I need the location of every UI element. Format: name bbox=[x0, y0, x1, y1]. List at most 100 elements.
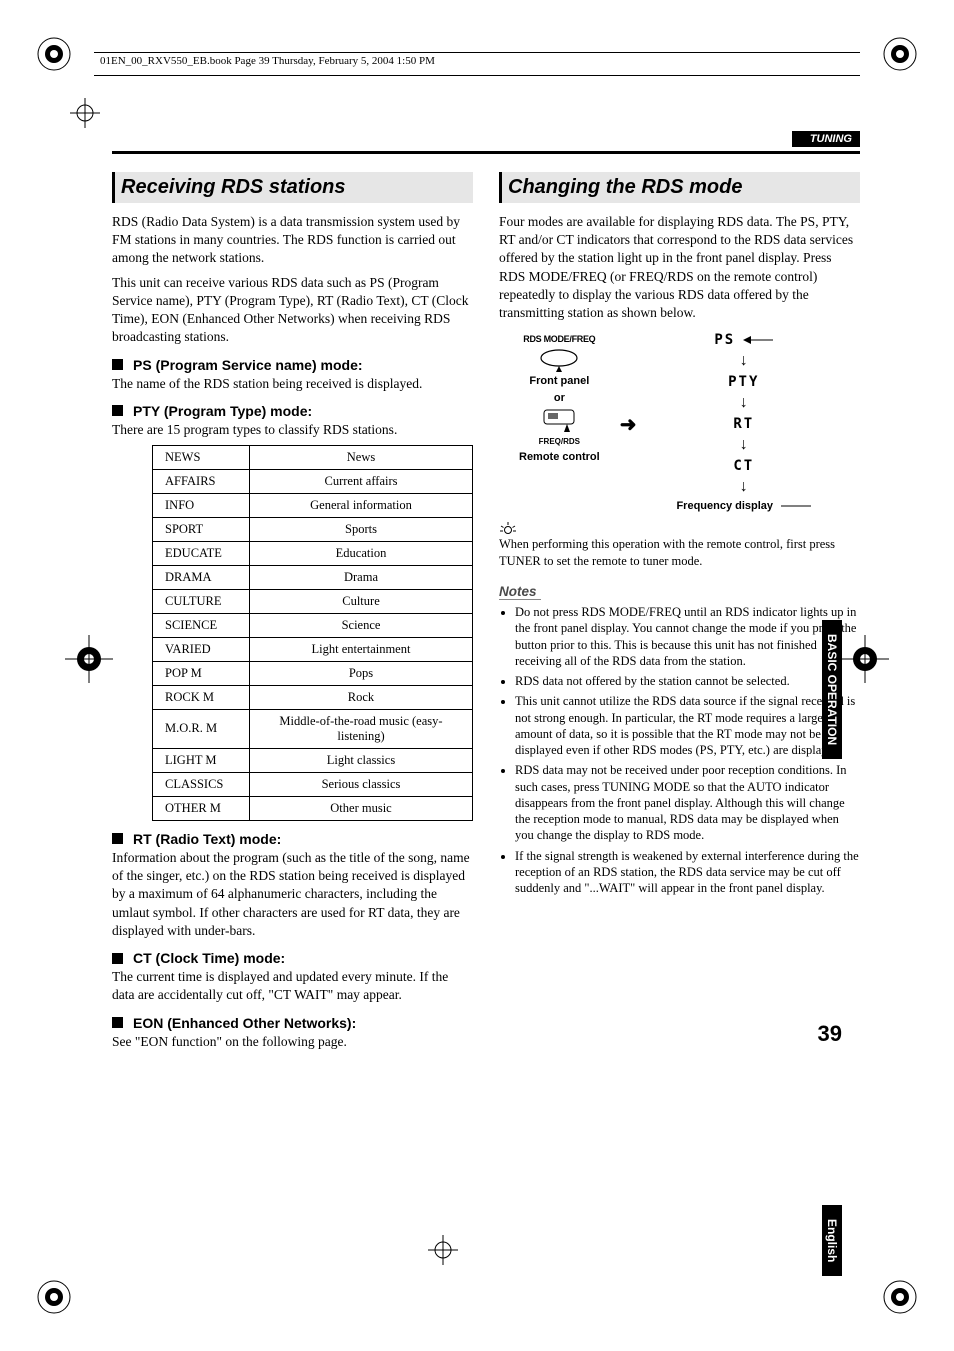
tip-text: When performing this operation with the … bbox=[499, 536, 860, 570]
book-meta-header: 01EN_00_RXV550_EB.book Page 39 Thursday,… bbox=[94, 52, 860, 76]
body-text: RDS (Radio Data System) is a data transm… bbox=[112, 213, 473, 268]
body-text: See "EON function" on the following page… bbox=[112, 1033, 473, 1051]
pty-code: M.O.R. M bbox=[153, 709, 250, 748]
square-bullet-icon bbox=[112, 953, 123, 964]
arrow-return-icon bbox=[743, 334, 773, 346]
diagram-step-pty: PTY bbox=[728, 374, 759, 390]
pty-desc: Education bbox=[250, 541, 473, 565]
pty-desc: Current affairs bbox=[250, 469, 473, 493]
pty-code: EDUCATE bbox=[153, 541, 250, 565]
pty-desc: Light classics bbox=[250, 748, 473, 772]
pty-code: SCIENCE bbox=[153, 613, 250, 637]
pty-code: ROCK M bbox=[153, 685, 250, 709]
pty-code: SPORT bbox=[153, 517, 250, 541]
diagram-label-or: or bbox=[519, 390, 600, 408]
diagram-step-freq: Frequency display bbox=[676, 500, 773, 512]
body-text: The current time is displayed and update… bbox=[112, 968, 473, 1004]
table-row: VARIEDLight entertainment bbox=[153, 637, 473, 661]
crop-mark-icon bbox=[30, 1273, 78, 1321]
pty-code: DRAMA bbox=[153, 565, 250, 589]
pty-desc: Drama bbox=[250, 565, 473, 589]
subhead-ps-mode: PS (Program Service name) mode: bbox=[133, 357, 363, 373]
pty-table: NEWSNewsAFFAIRSCurrent affairsINFOGenera… bbox=[152, 445, 473, 821]
pty-desc: General information bbox=[250, 493, 473, 517]
table-row: EDUCATEEducation bbox=[153, 541, 473, 565]
alignment-mark-icon bbox=[428, 1235, 458, 1265]
subhead-pty-mode: PTY (Program Type) mode: bbox=[133, 403, 312, 419]
heading-changing-rds: Changing the RDS mode bbox=[499, 172, 860, 203]
table-row: LIGHT MLight classics bbox=[153, 748, 473, 772]
section-label: TUNING bbox=[792, 131, 860, 147]
page-number: 39 bbox=[818, 1021, 842, 1047]
table-row: CLASSICSSerious classics bbox=[153, 772, 473, 796]
square-bullet-icon bbox=[112, 405, 123, 416]
table-row: SCIENCEScience bbox=[153, 613, 473, 637]
pty-desc: Light entertainment bbox=[250, 637, 473, 661]
body-text: The name of the RDS station being receiv… bbox=[112, 375, 473, 393]
table-row: AFFAIRSCurrent affairs bbox=[153, 469, 473, 493]
pty-desc: Rock bbox=[250, 685, 473, 709]
section-rule bbox=[112, 151, 860, 154]
arrow-down-icon: ↓ bbox=[740, 478, 748, 496]
arrow-down-icon: ↓ bbox=[740, 436, 748, 454]
section-banner: TUNING bbox=[112, 130, 860, 147]
arrow-down-icon: ↓ bbox=[740, 394, 748, 412]
pty-code: INFO bbox=[153, 493, 250, 517]
crop-mark-icon bbox=[876, 30, 924, 78]
table-row: CULTURECulture bbox=[153, 589, 473, 613]
pty-code: CLASSICS bbox=[153, 772, 250, 796]
pty-desc: Science bbox=[250, 613, 473, 637]
remote-button-icon bbox=[534, 408, 584, 436]
table-row: DRAMADrama bbox=[153, 565, 473, 589]
notes-list: Do not press RDS MODE/FREQ until an RDS … bbox=[499, 604, 860, 896]
tip-icon bbox=[499, 522, 517, 536]
crop-mark-icon bbox=[30, 30, 78, 78]
table-row: POP MPops bbox=[153, 661, 473, 685]
page-content: TUNING Receiving RDS stations RDS (Radio… bbox=[112, 130, 860, 1057]
right-column: Changing the RDS mode Four modes are ava… bbox=[499, 172, 860, 1057]
pty-code: AFFAIRS bbox=[153, 469, 250, 493]
arrow-loop-icon bbox=[781, 500, 811, 512]
heading-receiving-rds: Receiving RDS stations bbox=[112, 172, 473, 203]
pty-code: NEWS bbox=[153, 445, 250, 469]
left-column: Receiving RDS stations RDS (Radio Data S… bbox=[112, 172, 473, 1057]
body-text: This unit can receive various RDS data s… bbox=[112, 274, 473, 347]
diagram-remote-btn-label: FREQ/RDS bbox=[519, 436, 600, 449]
pty-code: LIGHT M bbox=[153, 748, 250, 772]
pty-desc: Middle-of-the-road music (easy-listening… bbox=[250, 709, 473, 748]
subhead-rt-mode: RT (Radio Text) mode: bbox=[133, 831, 281, 847]
body-text: Information about the program (such as t… bbox=[112, 849, 473, 940]
crop-mark-icon bbox=[65, 635, 113, 683]
pty-desc: News bbox=[250, 445, 473, 469]
table-row: INFOGeneral information bbox=[153, 493, 473, 517]
square-bullet-icon bbox=[112, 833, 123, 844]
alignment-mark-icon bbox=[70, 98, 100, 128]
table-row: M.O.R. MMiddle-of-the-road music (easy-l… bbox=[153, 709, 473, 748]
note-item: RDS data not offered by the station cann… bbox=[515, 673, 860, 689]
rds-mode-diagram: RDS MODE/FREQ Front panel or FREQ/RDS Re… bbox=[519, 332, 860, 512]
note-item: This unit cannot utilize the RDS data so… bbox=[515, 693, 860, 758]
book-meta-text: 01EN_00_RXV550_EB.book Page 39 Thursday,… bbox=[100, 55, 435, 67]
table-row: ROCK MRock bbox=[153, 685, 473, 709]
square-bullet-icon bbox=[112, 359, 123, 370]
side-tab-language: English bbox=[822, 1205, 842, 1276]
pty-desc: Culture bbox=[250, 589, 473, 613]
diagram-step-ct: CT bbox=[733, 458, 754, 474]
square-bullet-icon bbox=[112, 1017, 123, 1028]
table-row: OTHER MOther music bbox=[153, 796, 473, 820]
arrow-down-icon: ↓ bbox=[740, 352, 748, 370]
note-item: RDS data may not be received under poor … bbox=[515, 762, 860, 843]
pty-code: VARIED bbox=[153, 637, 250, 661]
pty-code: POP M bbox=[153, 661, 250, 685]
table-row: SPORTSports bbox=[153, 517, 473, 541]
body-text: Four modes are available for displaying … bbox=[499, 213, 860, 322]
pty-desc: Serious classics bbox=[250, 772, 473, 796]
body-text: There are 15 program types to classify R… bbox=[112, 421, 473, 439]
pty-desc: Sports bbox=[250, 517, 473, 541]
diagram-label-remote: Remote control bbox=[519, 449, 600, 467]
pty-code: OTHER M bbox=[153, 796, 250, 820]
note-item: If the signal strength is weakened by ex… bbox=[515, 848, 860, 897]
arrow-right-icon: ➜ bbox=[620, 412, 637, 437]
side-tab-basic-operation: BASIC OPERATION bbox=[822, 620, 842, 759]
pty-code: CULTURE bbox=[153, 589, 250, 613]
